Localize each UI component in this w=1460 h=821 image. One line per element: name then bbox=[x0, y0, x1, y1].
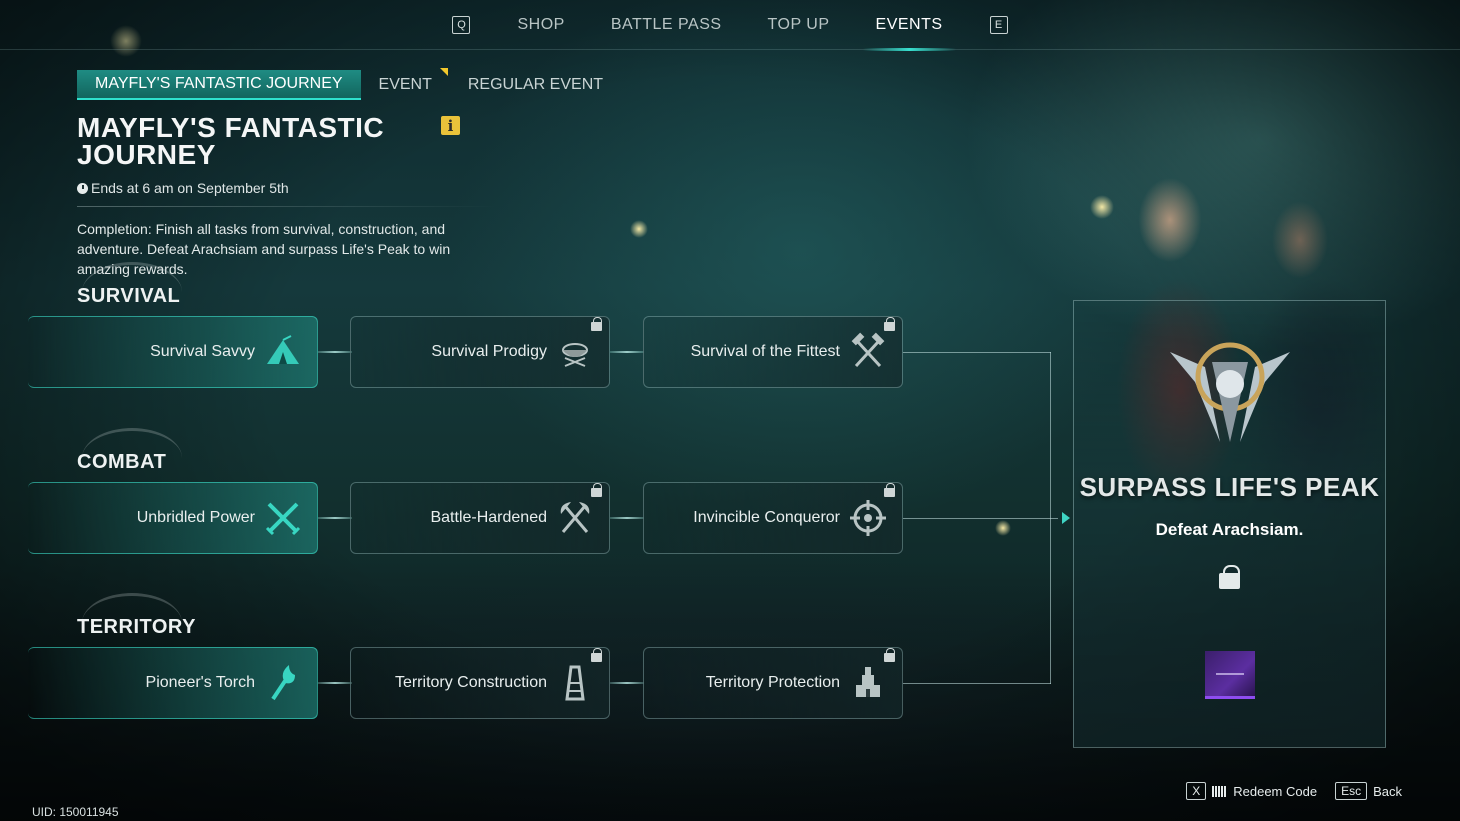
divider bbox=[77, 206, 497, 207]
back-button[interactable]: Back bbox=[1373, 784, 1402, 799]
task-label: Survival of the Fittest bbox=[690, 343, 840, 360]
subtab-event[interactable]: EVENT bbox=[361, 68, 450, 100]
end-time-text: Ends at 6 am on September 5th bbox=[91, 180, 289, 196]
top-nav: Q SHOP BATTLE PASS TOP UP EVENTS E bbox=[0, 0, 1460, 51]
section-label-survival: SURVIVAL bbox=[77, 285, 181, 307]
event-title: MAYFLY'S FANTASTIC JOURNEY bbox=[77, 112, 385, 170]
redeem-code-button[interactable]: Redeem Code bbox=[1233, 784, 1317, 799]
task-label: Survival Savvy bbox=[150, 343, 255, 360]
task-label: Territory Construction bbox=[394, 674, 547, 691]
connector bbox=[318, 351, 352, 353]
subtab-mayflys-journey[interactable]: MAYFLY'S FANTASTIC JOURNEY bbox=[77, 70, 361, 100]
back-key[interactable]: Esc bbox=[1335, 782, 1368, 800]
task-label: Unbridled Power bbox=[136, 509, 255, 526]
campfire-pot-icon bbox=[555, 332, 595, 372]
connector bbox=[610, 682, 644, 684]
connector bbox=[903, 683, 1051, 684]
connector bbox=[610, 351, 644, 353]
subtab-label: REGULAR EVENT bbox=[467, 76, 604, 93]
task-territory-protection[interactable]: Territory Protection bbox=[643, 647, 903, 719]
connector bbox=[318, 682, 352, 684]
lock-icon bbox=[884, 317, 895, 331]
tab-shop[interactable]: SHOP bbox=[494, 0, 587, 50]
clock-icon bbox=[77, 182, 88, 194]
task-survival-of-the-fittest[interactable]: Survival of the Fittest bbox=[643, 316, 903, 388]
task-territory-construction[interactable]: Territory Construction bbox=[350, 647, 610, 719]
user-id: UID: 150011945 bbox=[32, 805, 119, 819]
crossed-swords-icon bbox=[263, 498, 303, 538]
lock-icon bbox=[884, 648, 895, 662]
tab-top-up[interactable]: TOP UP bbox=[745, 0, 853, 50]
crossed-axes-icon bbox=[555, 498, 595, 538]
arrow-right-icon bbox=[1062, 512, 1070, 524]
new-flag-icon bbox=[439, 68, 448, 76]
tower-icon bbox=[555, 663, 595, 703]
lock-icon bbox=[591, 648, 602, 662]
reward-subtitle: Defeat Arachsiam. bbox=[1155, 520, 1304, 539]
lock-icon bbox=[1219, 565, 1240, 589]
task-label: Pioneer's Torch bbox=[145, 674, 255, 691]
lock-icon bbox=[884, 483, 895, 497]
connector bbox=[610, 517, 644, 519]
reward-title: SURPASS LIFE'S PEAK bbox=[1079, 472, 1380, 502]
event-subtabs: MAYFLY'S FANTASTIC JOURNEY EVENT REGULAR… bbox=[77, 68, 621, 100]
task-survival-prodigy[interactable]: Survival Prodigy bbox=[350, 316, 610, 388]
tab-battle-pass[interactable]: BATTLE PASS bbox=[588, 0, 745, 50]
connector bbox=[1050, 352, 1051, 684]
firefly bbox=[630, 220, 648, 238]
subtab-regular-event[interactable]: REGULAR EVENT bbox=[450, 70, 621, 100]
task-label: Battle-Hardened bbox=[430, 509, 547, 526]
firefly bbox=[995, 520, 1011, 536]
task-unbridled-power[interactable]: Unbridled Power bbox=[28, 482, 318, 554]
barcode-icon bbox=[1212, 785, 1228, 797]
rank-badge-icon bbox=[1160, 322, 1300, 452]
task-label: Territory Protection bbox=[705, 674, 840, 691]
torch-icon bbox=[263, 663, 303, 703]
task-invincible-conqueror[interactable]: Invincible Conqueror bbox=[643, 482, 903, 554]
task-label: Survival Prodigy bbox=[431, 343, 547, 360]
lock-icon bbox=[591, 317, 602, 331]
task-pioneers-torch[interactable]: Pioneer's Torch bbox=[28, 647, 318, 719]
reward-item[interactable] bbox=[1205, 651, 1255, 699]
lock-icon bbox=[591, 483, 602, 497]
tab-events[interactable]: EVENTS bbox=[853, 0, 966, 51]
crossed-hammers-icon bbox=[848, 332, 888, 372]
event-end-time: Ends at 6 am on September 5th bbox=[77, 180, 289, 196]
subtab-label: EVENT bbox=[378, 76, 432, 93]
task-label: Invincible Conqueror bbox=[693, 509, 840, 526]
section-label-combat: COMBAT bbox=[77, 451, 167, 473]
firefly bbox=[1090, 195, 1114, 219]
redeem-key[interactable]: X bbox=[1186, 782, 1207, 800]
tent-icon bbox=[263, 332, 303, 372]
connector bbox=[903, 352, 1051, 353]
section-label-territory: TERRITORY bbox=[77, 616, 196, 638]
info-icon[interactable]: i bbox=[441, 116, 460, 135]
subtab-label: MAYFLY'S FANTASTIC JOURNEY bbox=[95, 75, 343, 92]
connector bbox=[903, 518, 1058, 519]
nav-prev-key[interactable]: Q bbox=[452, 15, 471, 34]
connector bbox=[318, 517, 352, 519]
nav-next-key[interactable]: E bbox=[989, 15, 1008, 34]
task-battle-hardened[interactable]: Battle-Hardened bbox=[350, 482, 610, 554]
task-survival-savvy[interactable]: Survival Savvy bbox=[28, 316, 318, 388]
footer-controls: X Redeem Code Esc Back bbox=[1186, 782, 1402, 800]
fortress-icon bbox=[848, 663, 888, 703]
crosshair-icon bbox=[848, 498, 888, 538]
